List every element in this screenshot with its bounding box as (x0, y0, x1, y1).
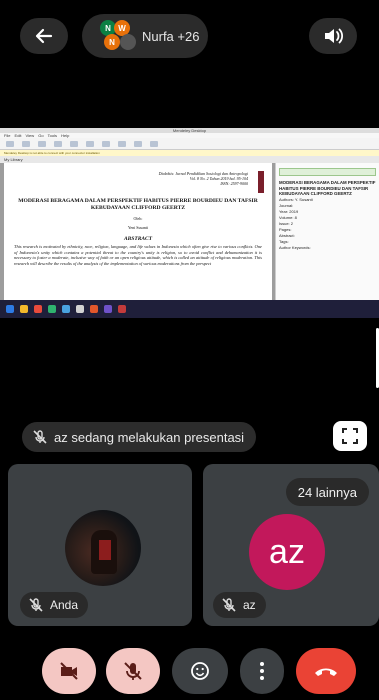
participant-avatar: az (249, 514, 325, 590)
fullscreen-icon (342, 428, 358, 444)
self-tile[interactable]: Anda (8, 464, 192, 626)
document-area: Dialektis: Jurnal Pendidikan Sosiologi d… (0, 163, 379, 303)
self-avatar (65, 510, 141, 586)
back-button[interactable] (20, 18, 68, 54)
toolbar (0, 138, 379, 150)
meeting-title: Nurfa +26 (142, 28, 200, 44)
document-tab: My Library (0, 156, 379, 163)
more-participants-button[interactable]: 24 lainnya (285, 478, 369, 506)
mic-off-icon (28, 597, 44, 613)
end-call-button[interactable] (296, 648, 356, 694)
shared-screen: Mendeley Desktop File Edit View Go Tools… (0, 128, 379, 318)
avatar (120, 34, 136, 50)
sync-notice (279, 168, 376, 176)
more-options-button[interactable] (240, 648, 284, 694)
participant-name-pill: az (213, 592, 266, 618)
hang-up-icon (315, 668, 337, 676)
paper-oleh: Oleh: (133, 216, 143, 221)
call-controls (0, 640, 379, 700)
participant-tile-az[interactable]: 24 lainnya az az (203, 464, 379, 626)
camera-toggle-button[interactable] (42, 648, 96, 694)
self-name-pill: Anda (20, 592, 89, 618)
reactions-button[interactable] (172, 648, 228, 694)
paper-author: Yeni Susanti (127, 225, 149, 230)
mic-off-icon (124, 662, 142, 680)
participant-avatars: N W N (92, 18, 136, 54)
journal-line: ISSN: 2597-9000 (220, 181, 248, 186)
presenting-banner: az sedang melakukan presentasi (22, 422, 257, 452)
paper-page: Dialektis: Jurnal Pendidikan Sosiologi d… (4, 163, 272, 303)
self-name: Anda (50, 598, 79, 612)
participant-name: az (243, 598, 256, 612)
speaker-button[interactable] (309, 18, 357, 54)
paper-title: MODERASI BERAGAMA DALAM PERSPEKTIF HABIT… (18, 198, 258, 211)
smiley-icon (191, 662, 209, 680)
presenting-text: az sedang melakukan presentasi (54, 429, 245, 445)
meeting-participants-pill[interactable]: N W N Nurfa +26 (82, 14, 208, 58)
windows-taskbar (0, 300, 379, 318)
abstract-heading: ABSTRACT (123, 236, 153, 242)
details-panel: MODERASI BERAGAMA DALAM PERSPEKTIF HABIT… (275, 163, 379, 303)
fullscreen-button[interactable] (333, 421, 367, 451)
speaker-icon (325, 28, 344, 44)
mic-off-icon (32, 429, 48, 445)
abstract-text: This research is motivated by ethnicity,… (14, 244, 262, 266)
avatar: N (104, 34, 120, 50)
details-row: Author Keywords: (279, 244, 311, 250)
details-title: MODERASI BERAGAMA DALAM PERSPEKTIF HABIT… (279, 180, 376, 196)
camera-off-icon (60, 662, 78, 680)
more-vertical-icon (260, 662, 264, 680)
mic-off-icon (221, 597, 237, 613)
mic-toggle-button[interactable] (106, 648, 160, 694)
journal-logo (258, 171, 264, 193)
arrow-left-icon (35, 28, 53, 44)
